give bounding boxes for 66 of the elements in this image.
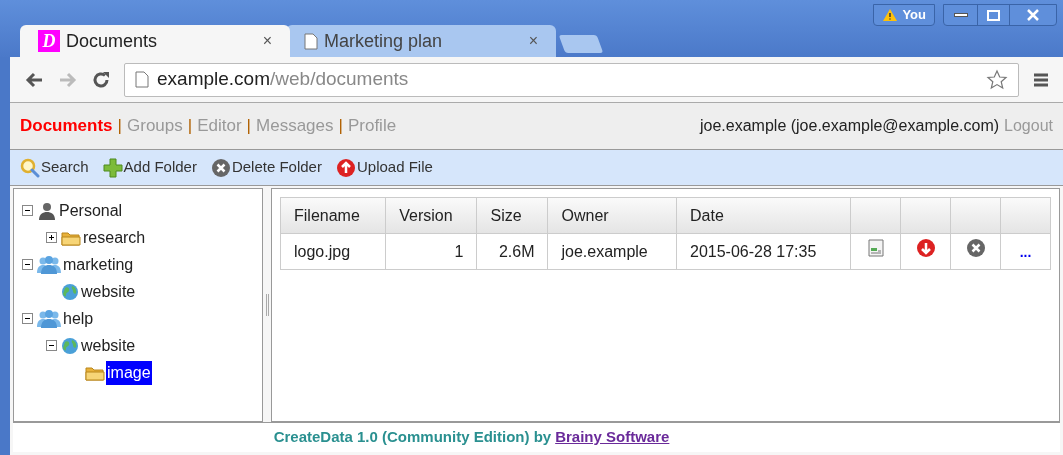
nav-separator: | <box>117 115 122 138</box>
column-header[interactable]: Version <box>385 197 477 234</box>
page-icon <box>135 71 149 88</box>
column-header[interactable]: Owner <box>548 197 677 234</box>
document-preview-icon[interactable] <box>867 239 884 257</box>
column-header[interactable]: Filename <box>280 197 386 234</box>
collapse-icon[interactable] <box>46 340 57 351</box>
tree-item[interactable]: help <box>62 306 95 331</box>
close-tab-button[interactable]: × <box>262 29 272 53</box>
splitter-handle[interactable] <box>265 294 269 316</box>
column-header[interactable]: Size <box>477 197 548 234</box>
user-info: joe.example (joe.example@example.com) <box>700 116 1000 136</box>
tree-item[interactable]: marketing <box>62 252 135 277</box>
address-bar[interactable]: example.com/web/documents <box>124 62 1019 97</box>
globe-icon <box>61 282 79 301</box>
toolbar-button[interactable]: Upload File <box>335 156 433 179</box>
toolbar-button[interactable]: Add Folder <box>102 156 197 179</box>
footer-text: CreateData 1.0 (Community Edition) by <box>273 427 552 448</box>
tree-item[interactable]: research <box>82 225 147 250</box>
menu-icon[interactable] <box>1033 71 1049 88</box>
nav-separator: | <box>187 115 193 138</box>
nav-separator: | <box>246 115 251 138</box>
warning-icon <box>882 8 899 22</box>
browser-tab[interactable]: Marketing plan × <box>286 25 556 57</box>
table-cell: logo.jpg <box>280 233 386 270</box>
table-cell: joe.example <box>548 233 677 270</box>
footer-link[interactable]: Brainy Software <box>555 426 670 449</box>
tab-title: Documents <box>66 29 159 53</box>
person-icon <box>37 200 57 221</box>
tab-title: Marketing plan <box>324 29 444 53</box>
upload-icon <box>335 157 356 178</box>
close-icon <box>1027 9 1039 21</box>
toolbar-button[interactable]: Search <box>20 156 89 179</box>
url-text: example.com/web/documents <box>157 67 410 92</box>
group-icon <box>37 254 61 275</box>
tree-item[interactable]: image <box>106 360 152 385</box>
table-cell: 2.6M <box>477 233 548 270</box>
tree-item[interactable]: website <box>80 333 137 358</box>
search-icon <box>20 157 40 178</box>
delete-icon <box>210 157 231 178</box>
star-icon[interactable] <box>986 68 1008 91</box>
toolbar-button[interactable]: Delete Folder <box>210 156 322 179</box>
more-link[interactable]: ... <box>1019 241 1032 263</box>
close-tab-button[interactable]: × <box>528 29 538 53</box>
collapse-icon[interactable] <box>22 313 33 324</box>
collapse-icon[interactable] <box>22 259 33 270</box>
app-logo-icon: D <box>38 30 60 52</box>
page-icon <box>304 32 318 50</box>
table-cell: 1 <box>385 233 477 270</box>
download-icon[interactable] <box>915 238 936 258</box>
table-cell: 2015-06-28 17:35 <box>676 233 851 270</box>
folder-icon <box>61 229 81 246</box>
delete-icon[interactable] <box>965 238 986 258</box>
tree-item[interactable]: website <box>80 279 137 304</box>
folder-icon <box>85 364 105 381</box>
tree-item[interactable]: Personal <box>58 198 124 223</box>
collapse-icon[interactable] <box>22 205 33 216</box>
group-icon <box>37 308 61 329</box>
column-header[interactable]: Date <box>676 197 851 234</box>
browser-tab[interactable]: D Documents × <box>20 25 290 57</box>
nav-separator: | <box>338 115 343 138</box>
reload-icon[interactable] <box>92 70 110 89</box>
plus-icon <box>102 157 123 178</box>
expand-icon[interactable] <box>46 232 57 243</box>
globe-icon <box>61 336 79 355</box>
back-icon[interactable] <box>24 70 44 89</box>
